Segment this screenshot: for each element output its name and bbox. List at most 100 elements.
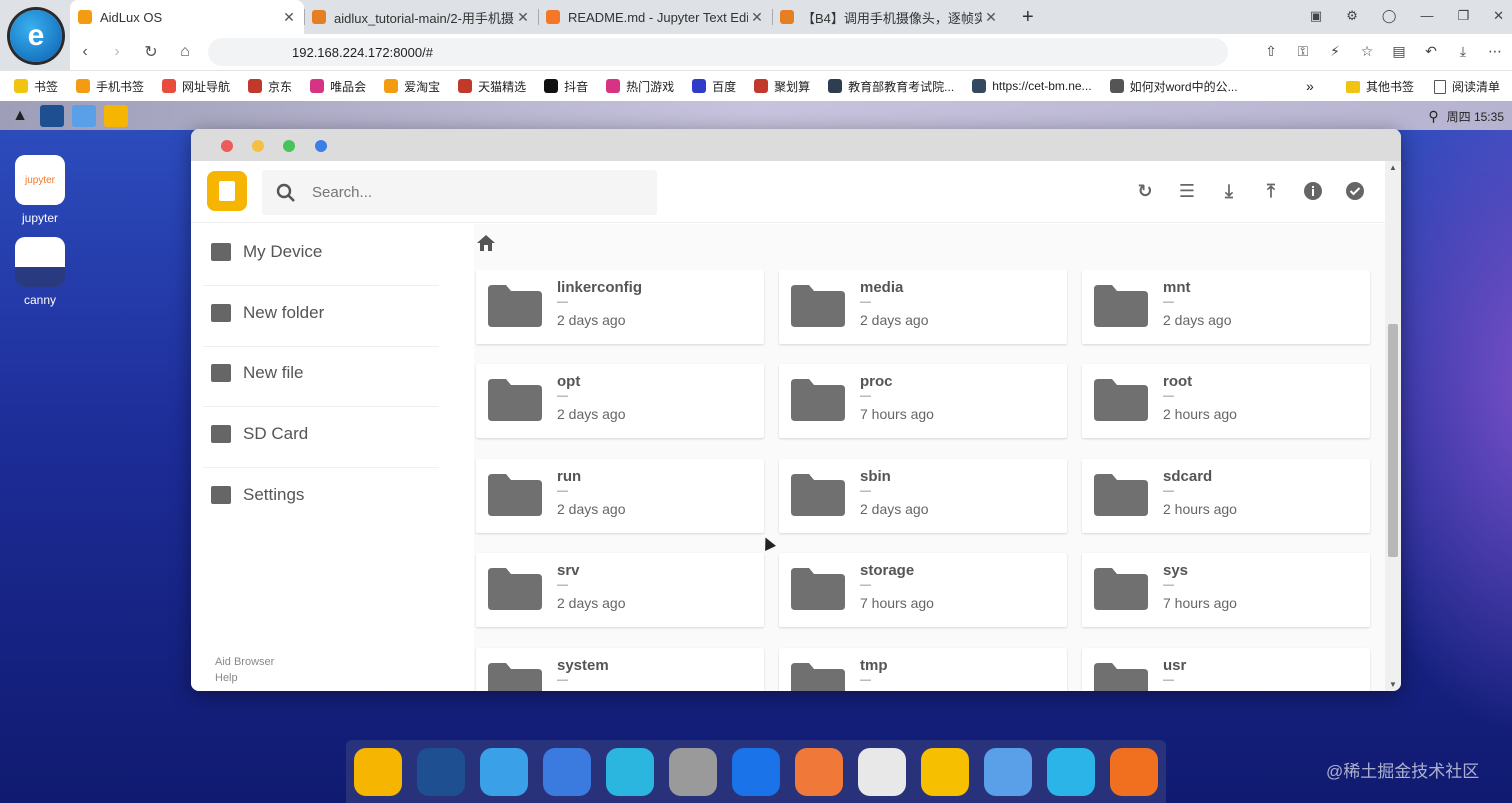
- bulb-app-icon[interactable]: [795, 747, 843, 796]
- bookmark-1[interactable]: 手机书签: [76, 78, 144, 95]
- bird-app-icon[interactable]: [1047, 747, 1095, 796]
- close-icon[interactable]: ✕: [1493, 8, 1504, 24]
- sidebar-item-settings[interactable]: Settings: [211, 485, 441, 505]
- scroll-thumb[interactable]: [1388, 324, 1398, 557]
- address-bar[interactable]: 192.168.224.172:8000/#: [208, 38, 1228, 66]
- extensions-icon[interactable]: ▤: [1390, 42, 1408, 60]
- sidebar-item-new-file[interactable]: New file: [211, 363, 441, 383]
- folder-item[interactable]: srv — 2 days ago: [476, 553, 764, 627]
- maximize-window-icon[interactable]: [283, 140, 295, 152]
- files-task-icon[interactable]: [104, 104, 128, 127]
- other-bookmarks[interactable]: 其他书签: [1345, 78, 1414, 95]
- key-icon[interactable]: ⚿: [1294, 42, 1312, 60]
- close-tab-icon[interactable]: ✕: [514, 9, 532, 26]
- code-app-icon[interactable]: [543, 747, 591, 796]
- desktop-icon-jupyter[interactable]: jupyter jupyter: [12, 155, 68, 225]
- bookmark-9[interactable]: 百度: [692, 78, 736, 95]
- scrollbar[interactable]: ▲ ▼: [1385, 161, 1401, 691]
- window-titlebar[interactable]: [191, 129, 1401, 161]
- bookmark-11[interactable]: 教育部教育考试院...: [828, 78, 954, 95]
- restore-icon[interactable]: ❐: [1457, 8, 1469, 24]
- calculator-app-icon[interactable]: [858, 747, 906, 796]
- new-tab-button[interactable]: +: [1014, 0, 1044, 34]
- folder-item[interactable]: sdcard — 2 hours ago: [1082, 459, 1370, 533]
- close-tab-icon[interactable]: ✕: [748, 9, 766, 26]
- files-app-icon[interactable]: [354, 747, 402, 796]
- tools-app-icon[interactable]: [984, 747, 1032, 796]
- lightning-icon[interactable]: ⚡: [1326, 42, 1344, 60]
- settings-app-icon[interactable]: [669, 747, 717, 796]
- forward-icon[interactable]: ›: [106, 41, 128, 63]
- search-box[interactable]: [262, 170, 657, 215]
- mode-icon[interactable]: ⚙: [1346, 8, 1358, 24]
- undo-icon[interactable]: ↶: [1422, 42, 1440, 60]
- home-icon[interactable]: ⌂: [174, 41, 196, 63]
- list-view-icon[interactable]: ☰: [1177, 181, 1197, 201]
- tab-3[interactable]: 【B4】调用手机摄像头，逐帧实 ✕: [772, 0, 1006, 34]
- folder-item[interactable]: media — 2 days ago: [779, 270, 1067, 344]
- bookmark-4[interactable]: 唯品会: [310, 78, 366, 95]
- scroll-down-icon[interactable]: ▼: [1389, 680, 1397, 689]
- app-task-icon[interactable]: [72, 104, 96, 127]
- folder-item[interactable]: storage — 7 hours ago: [779, 553, 1067, 627]
- close-window-icon[interactable]: [221, 140, 233, 152]
- terminal-app-icon[interactable]: [417, 747, 465, 796]
- folder-item[interactable]: proc — 7 hours ago: [779, 364, 1067, 438]
- desktop-icon-canny[interactable]: canny: [12, 237, 68, 307]
- sidebar-link-1[interactable]: Help: [215, 670, 274, 686]
- folder-item[interactable]: linkerconfig — 2 days ago: [476, 270, 764, 344]
- refresh-icon[interactable]: ↻: [1135, 181, 1155, 201]
- bookmark-7[interactable]: 抖音: [544, 78, 588, 95]
- sidebar-item-sd-card[interactable]: SD Card: [211, 424, 441, 444]
- menu-icon[interactable]: ⋯: [1486, 42, 1504, 60]
- touch-app-icon[interactable]: [921, 747, 969, 796]
- select-icon[interactable]: [1345, 181, 1365, 201]
- reload-icon[interactable]: ↻: [140, 41, 162, 63]
- sidebar-item-my-device[interactable]: My Device: [211, 242, 441, 262]
- tab-1[interactable]: aidlux_tutorial-main/2-用手机摄 ✕: [304, 0, 538, 34]
- download-icon[interactable]: ⤓: [1219, 181, 1239, 201]
- folder-item[interactable]: mnt — 2 days ago: [1082, 270, 1370, 344]
- close-tab-icon[interactable]: ✕: [982, 9, 1000, 26]
- folder-item[interactable]: run — 2 days ago: [476, 459, 764, 533]
- folder-item[interactable]: usr —: [1082, 648, 1370, 691]
- aidlux-menu-icon[interactable]: ▲: [8, 105, 32, 127]
- bookmark-0[interactable]: 书签: [14, 78, 58, 95]
- aidlux-app-icon[interactable]: [1110, 747, 1158, 796]
- fullscreen-window-icon[interactable]: [315, 140, 327, 152]
- reading-list[interactable]: 阅读清单: [1433, 78, 1500, 95]
- bookmark-6[interactable]: 天猫精选: [458, 78, 526, 95]
- folder-item[interactable]: sbin — 2 days ago: [779, 459, 1067, 533]
- bookmark-13[interactable]: 如何对word中的公...: [1109, 78, 1238, 95]
- bookmark-8[interactable]: 热门游戏: [606, 78, 674, 95]
- minimize-window-icon[interactable]: [252, 140, 264, 152]
- search-icon[interactable]: ⚲: [1428, 108, 1438, 125]
- folder-item[interactable]: sys — 7 hours ago: [1082, 553, 1370, 627]
- bookmarks-more-icon[interactable]: »: [1306, 78, 1314, 94]
- bookmark-3[interactable]: 京东: [248, 78, 292, 95]
- search-input[interactable]: [312, 184, 632, 201]
- sidebar-link-0[interactable]: Aid Browser: [215, 654, 274, 670]
- bookmark-2[interactable]: 网址导航: [162, 78, 230, 95]
- home-icon[interactable]: [476, 234, 496, 252]
- bookmark-12[interactable]: https://cet-bm.ne...: [972, 78, 1092, 95]
- minimize-icon[interactable]: —: [1420, 8, 1433, 24]
- tab-2[interactable]: README.md - Jupyter Text Edi ✕: [538, 0, 772, 34]
- browser-app-icon[interactable]: [480, 747, 528, 796]
- folder-item[interactable]: system —: [476, 648, 764, 691]
- folder-item[interactable]: root — 2 hours ago: [1082, 364, 1370, 438]
- tab-search-icon[interactable]: ▣: [1310, 8, 1322, 24]
- cloud-app-icon[interactable]: [606, 747, 654, 796]
- browser-logo-icon[interactable]: e: [10, 10, 62, 62]
- back-icon[interactable]: ‹: [74, 41, 96, 63]
- bookmark-5[interactable]: 爱淘宝: [384, 78, 440, 95]
- folder-item[interactable]: tmp —: [779, 648, 1067, 691]
- sidebar-item-new-folder[interactable]: New folder: [211, 303, 441, 323]
- close-tab-icon[interactable]: ✕: [280, 9, 298, 26]
- bookmark-10[interactable]: 聚划算: [754, 78, 810, 95]
- download-manager-icon[interactable]: ⤓: [1454, 42, 1472, 60]
- terminal-task-icon[interactable]: [40, 104, 64, 127]
- upload-icon[interactable]: ⤒: [1261, 181, 1281, 201]
- shirt-icon[interactable]: ◯: [1382, 8, 1397, 24]
- share-icon[interactable]: ⇧: [1262, 42, 1280, 60]
